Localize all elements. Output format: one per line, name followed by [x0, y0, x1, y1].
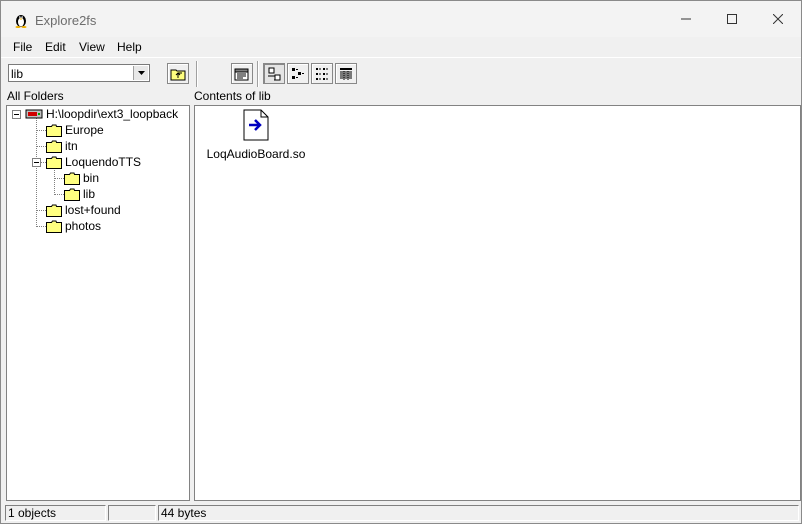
- status-objects: 1 objects: [5, 505, 106, 521]
- toolbar-separator: [257, 61, 259, 87]
- close-button[interactable]: [755, 1, 801, 37]
- chevron-down-icon: [137, 71, 145, 75]
- menu-help[interactable]: Help: [117, 40, 142, 54]
- folder-tree[interactable]: H:\loopdir\ext3_loopback Europe itn Loqu…: [6, 105, 190, 501]
- properties-button[interactable]: [231, 63, 253, 84]
- status-size: 44 bytes: [158, 505, 799, 521]
- tree-item-folder[interactable]: itn: [46, 138, 78, 154]
- folder-icon: [46, 204, 62, 217]
- up-folder-icon: [170, 69, 186, 80]
- tree-line: [36, 226, 46, 227]
- contents-header: Contents of lib: [194, 89, 271, 103]
- path-value: lib: [11, 67, 24, 81]
- tree-line: [54, 194, 64, 195]
- drive-icon: [25, 109, 43, 119]
- close-icon: [773, 14, 783, 24]
- small-icons-icon: [292, 67, 304, 79]
- up-folder-button[interactable]: [167, 63, 189, 84]
- tree-line: [36, 210, 46, 211]
- tree-item-folder[interactable]: LoquendoTTS: [46, 154, 141, 170]
- tree-item-label: itn: [65, 139, 78, 153]
- penguin-icon: [15, 15, 27, 28]
- folder-icon: [64, 172, 80, 185]
- folder-icon: [46, 124, 62, 137]
- list-view-button[interactable]: [311, 63, 333, 84]
- status-middle: [108, 505, 156, 521]
- tree-item-label: lost+found: [65, 203, 121, 217]
- tree-item-folder[interactable]: lost+found: [46, 202, 121, 218]
- tree-item-label: Europe: [65, 123, 104, 137]
- tree-item-label: LoquendoTTS: [65, 155, 142, 169]
- tree-item-folder[interactable]: Europe: [46, 122, 104, 138]
- small-icons-button[interactable]: [287, 63, 309, 84]
- tree-line: [54, 178, 64, 179]
- large-icons-button[interactable]: [263, 63, 285, 84]
- tree-item-label: H:\loopdir\ext3_loopback: [46, 107, 179, 121]
- toolbar: lib: [1, 57, 801, 90]
- details-icon: [340, 67, 352, 80]
- open-folder-icon: [64, 188, 80, 201]
- tree-item-label: lib: [83, 187, 96, 201]
- all-folders-header: All Folders: [7, 89, 64, 103]
- file-item[interactable]: LoqAudioBoard.so: [206, 109, 306, 161]
- folder-icon: [46, 140, 62, 153]
- menu-file[interactable]: File: [13, 40, 32, 54]
- tree-item-folder[interactable]: bin: [64, 170, 99, 186]
- menu-view[interactable]: View: [79, 40, 105, 54]
- large-icons-icon: [268, 67, 281, 80]
- menu-edit[interactable]: Edit: [45, 40, 66, 54]
- path-combobox[interactable]: lib: [8, 64, 150, 82]
- list-icon: [316, 67, 328, 80]
- status-bar: 1 objects 44 bytes: [1, 503, 801, 523]
- tree-item-folder-selected[interactable]: lib: [64, 186, 95, 202]
- tree-line: [36, 130, 46, 131]
- collapse-loquendotts-toggle[interactable]: [32, 158, 41, 167]
- file-name: LoqAudioBoard.so: [206, 147, 306, 161]
- collapse-root-toggle[interactable]: [12, 110, 21, 119]
- maximize-icon: [727, 14, 737, 24]
- app-window: Explore2fs File Edit View Help lib All F…: [0, 0, 802, 524]
- contents-pane[interactable]: [194, 105, 801, 501]
- tree-item-root[interactable]: H:\loopdir\ext3_loopback: [25, 106, 178, 122]
- window-title: Explore2fs: [35, 13, 97, 28]
- toolbar-separator: [196, 61, 198, 87]
- file-shortcut-icon: [243, 109, 269, 141]
- minimize-icon: [681, 18, 691, 20]
- tree-item-label: photos: [65, 219, 102, 233]
- details-view-button[interactable]: [335, 63, 357, 84]
- tree-line: [54, 168, 55, 195]
- title-bar[interactable]: Explore2fs: [1, 1, 801, 37]
- menu-bar: File Edit View Help: [1, 37, 801, 57]
- maximize-button[interactable]: [709, 1, 755, 37]
- tree-item-label: bin: [83, 171, 100, 185]
- folder-icon: [46, 220, 62, 233]
- minimize-button[interactable]: [663, 1, 709, 37]
- dropdown-button[interactable]: [133, 66, 148, 80]
- properties-icon: [234, 68, 249, 80]
- tree-item-folder[interactable]: photos: [46, 218, 101, 234]
- tree-line: [36, 146, 46, 147]
- open-folder-icon: [46, 156, 62, 169]
